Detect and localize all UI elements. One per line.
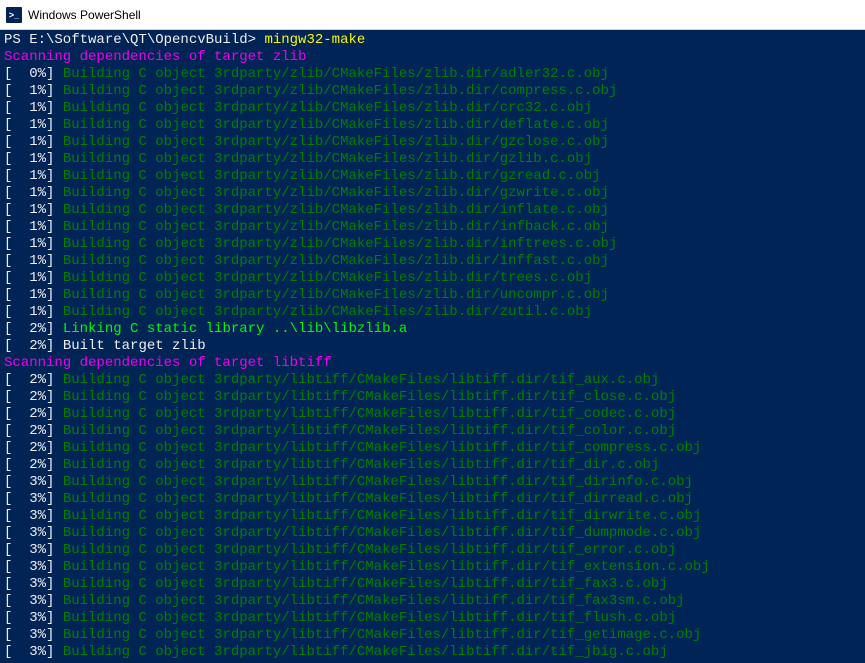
build-line: [ 1%] Building C object 3rdparty/zlib/CM… xyxy=(4,304,861,321)
build-line: [ 1%] Building C object 3rdparty/zlib/CM… xyxy=(4,168,861,185)
build-line: [ 0%] Building C object 3rdparty/zlib/CM… xyxy=(4,66,861,83)
build-line: [ 1%] Building C object 3rdparty/zlib/CM… xyxy=(4,134,861,151)
build-line: [ 1%] Building C object 3rdparty/zlib/CM… xyxy=(4,100,861,117)
build-line: [ 3%] Building C object 3rdparty/libtiff… xyxy=(4,644,861,661)
build-line: [ 2%] Building C object 3rdparty/libtiff… xyxy=(4,389,861,406)
build-line: [ 1%] Building C object 3rdparty/zlib/CM… xyxy=(4,151,861,168)
build-line: [ 1%] Building C object 3rdparty/zlib/CM… xyxy=(4,253,861,270)
build-line: [ 1%] Building C object 3rdparty/zlib/CM… xyxy=(4,287,861,304)
build-line: [ 1%] Building C object 3rdparty/zlib/CM… xyxy=(4,185,861,202)
build-line: [ 3%] Building C object 3rdparty/libtiff… xyxy=(4,491,861,508)
build-line: [ 2%] Building C object 3rdparty/libtiff… xyxy=(4,406,861,423)
scan-line: Scanning dependencies of target libtiff xyxy=(4,355,861,372)
window-title-bar[interactable]: >_ Windows PowerShell xyxy=(0,0,865,30)
build-line: [ 3%] Building C object 3rdparty/libtiff… xyxy=(4,542,861,559)
build-line: [ 3%] Building C object 3rdparty/libtiff… xyxy=(4,525,861,542)
build-line: [ 3%] Building C object 3rdparty/libtiff… xyxy=(4,593,861,610)
build-line: [ 3%] Building C object 3rdparty/libtiff… xyxy=(4,627,861,644)
build-line: [ 1%] Building C object 3rdparty/zlib/CM… xyxy=(4,202,861,219)
build-line: [ 1%] Building C object 3rdparty/zlib/CM… xyxy=(4,117,861,134)
prompt-line: PS E:\Software\QT\OpencvBuild> mingw32-m… xyxy=(4,32,861,49)
build-line: [ 2%] Built target zlib xyxy=(4,338,861,355)
build-line: [ 2%] Building C object 3rdparty/libtiff… xyxy=(4,457,861,474)
build-line: [ 2%] Building C object 3rdparty/libtiff… xyxy=(4,440,861,457)
scan-line: Scanning dependencies of target zlib xyxy=(4,49,861,66)
build-line: [ 1%] Building C object 3rdparty/zlib/CM… xyxy=(4,236,861,253)
terminal-output[interactable]: PS E:\Software\QT\OpencvBuild> mingw32-m… xyxy=(0,30,865,663)
build-line: [ 2%] Linking C static library ..\lib\li… xyxy=(4,321,861,338)
build-line: [ 1%] Building C object 3rdparty/zlib/CM… xyxy=(4,219,861,236)
build-line: [ 3%] Building C object 3rdparty/libtiff… xyxy=(4,474,861,491)
powershell-icon: >_ xyxy=(6,7,22,23)
build-line: [ 1%] Building C object 3rdparty/zlib/CM… xyxy=(4,83,861,100)
build-line: [ 2%] Building C object 3rdparty/libtiff… xyxy=(4,372,861,389)
build-line: [ 1%] Building C object 3rdparty/zlib/CM… xyxy=(4,270,861,287)
build-line: [ 2%] Building C object 3rdparty/libtiff… xyxy=(4,423,861,440)
build-line: [ 3%] Building C object 3rdparty/libtiff… xyxy=(4,576,861,593)
build-line: [ 3%] Building C object 3rdparty/libtiff… xyxy=(4,610,861,627)
build-line: [ 3%] Building C object 3rdparty/libtiff… xyxy=(4,559,861,576)
window-title: Windows PowerShell xyxy=(28,8,141,22)
build-line: [ 3%] Building C object 3rdparty/libtiff… xyxy=(4,508,861,525)
